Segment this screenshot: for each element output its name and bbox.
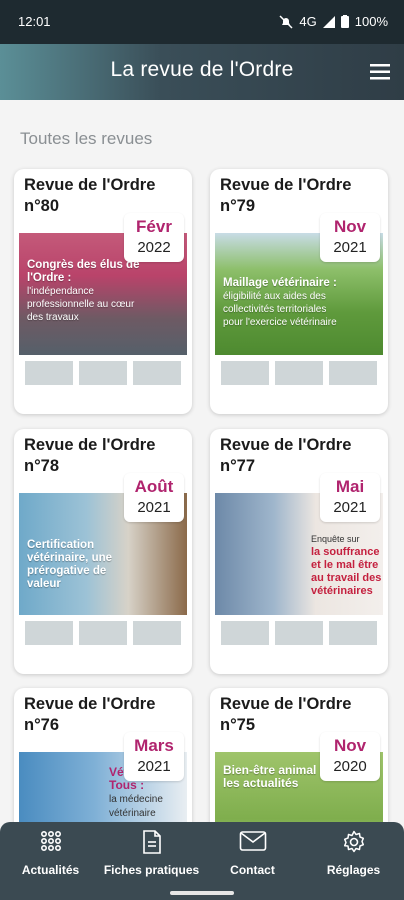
cover-headline: Enquête sur la souffrance et le mal être … (311, 534, 382, 597)
bottom-navigation: Actualités Fiches pratiques Contact Régl… (0, 822, 404, 888)
issue-date-badge: Août 2021 (124, 473, 184, 522)
network-label: 4G (299, 14, 317, 29)
issue-date-badge: Mai 2021 (320, 473, 380, 522)
issue-title: Revue de l'Ordre n°77 (220, 436, 352, 475)
issue-card[interactable]: Revue de l'Ordren°76 Véto Pour Tous :la … (14, 688, 192, 838)
issue-title: Revue de l'Ordre n°80 (24, 176, 156, 215)
issue-card[interactable]: Revue de l'Ordre n°78 Certification vétér… (14, 429, 192, 674)
issue-card[interactable]: Revue de l'Ordre n°79 Maillage vétérinair… (210, 169, 388, 414)
nav-label: Actualités (21, 863, 80, 877)
issue-date-badge: Nov 2020 (320, 732, 380, 781)
issue-title: Revue de l'Ordre n°78 (24, 436, 156, 475)
section-title: Toutes les revues (20, 129, 153, 148)
nav-actualites[interactable]: Actualités (0, 830, 101, 877)
issue-title: Revue de l'Ordre n°75 (220, 695, 352, 734)
envelope-icon (202, 830, 303, 858)
issue-card[interactable]: Revue de l'Ordre n°77 Enquête sur la souff… (210, 429, 388, 674)
status-time: 12:01 (18, 14, 51, 29)
cover-headline: Bien-être animal : les actualités (223, 763, 324, 790)
hamburger-menu-icon[interactable] (370, 64, 390, 80)
nav-label: Réglages (326, 863, 381, 877)
nav-label: Contact (230, 863, 275, 877)
status-icons: 4G 100% (279, 14, 388, 29)
nav-fiches-pratiques[interactable]: Fiches pratiques (101, 830, 202, 877)
signal-icon (322, 15, 335, 28)
nav-contact[interactable]: Contact (202, 830, 303, 877)
issue-date-badge: Févr 2022 (124, 213, 184, 262)
gear-icon (303, 830, 404, 858)
cover-headline: Certification vétérinaire, une prérogati… (27, 539, 113, 590)
cover-headline: Maillage vétérinaire : éligibilité aux ai… (223, 277, 337, 328)
issue-date-badge: Mars 2021 (124, 732, 184, 781)
battery-label: 100% (354, 14, 388, 29)
issue-title: Revue de l'Ordre n°79 (220, 176, 352, 215)
mute-icon (279, 14, 293, 29)
home-indicator[interactable] (170, 891, 234, 895)
nav-reglages[interactable]: Réglages (303, 830, 404, 877)
cover-headline: Congrès des élus de l'Ordre : l'indépenda… (27, 259, 140, 323)
issue-card[interactable]: Revue de l'Ordre n°75 Bien-être animal : … (210, 688, 388, 838)
issue-card[interactable]: Revue de l'Ordre n°80 Congrès des élus de… (14, 169, 192, 414)
document-icon (101, 830, 202, 858)
nav-label: Fiches pratiques (103, 863, 200, 877)
gesture-bar (0, 888, 404, 900)
app-title: La revue de l'Ordre (110, 58, 294, 81)
battery-icon (340, 15, 349, 28)
grid-icon (0, 830, 101, 858)
status-bar: 12:01 4G 100% (0, 0, 404, 44)
issue-title: Revue de l'Ordre n°76 (24, 695, 156, 734)
issue-date-badge: Nov 2021 (320, 213, 380, 262)
app-header: La revue de l'Ordre (0, 44, 404, 100)
